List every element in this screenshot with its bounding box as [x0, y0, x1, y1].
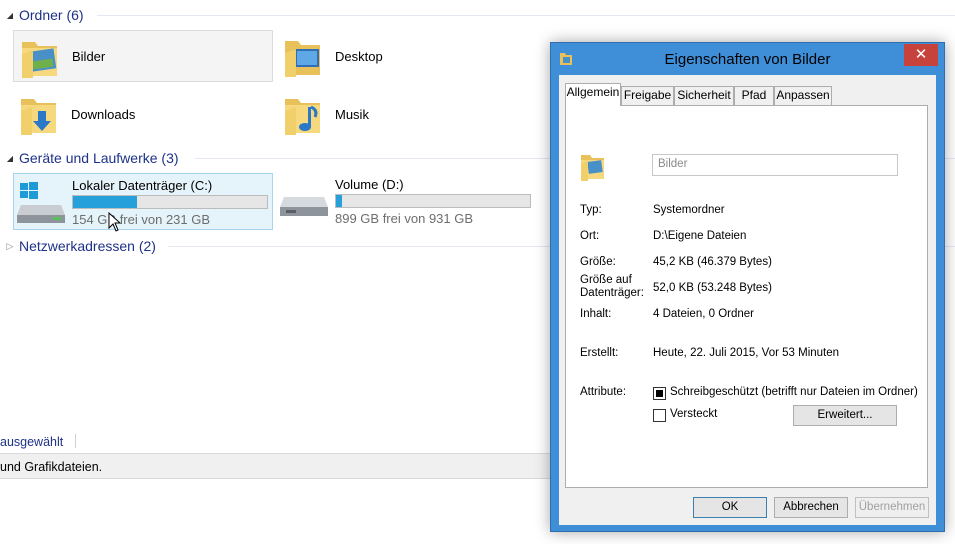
size-value: 45,2 KB (46.379 Bytes)	[653, 256, 772, 268]
folder-label: Bilder	[72, 48, 106, 64]
status-selection-text: ausgewählt	[0, 435, 64, 449]
mouse-cursor-icon	[108, 212, 122, 232]
drive-free-space: 899 GB frei von 931 GB	[335, 211, 474, 226]
size-on-disk-label: Größe auf Datenträger:	[580, 274, 644, 300]
type-label: Typ:	[580, 204, 602, 216]
tab-anpassen[interactable]: Anpassen	[774, 86, 832, 105]
hidden-checkbox[interactable]	[653, 409, 666, 422]
group-title-devices: Geräte und Laufwerke (3)	[19, 150, 179, 166]
system-drive-icon	[17, 182, 65, 223]
readonly-label: Schreibgeschützt (betrifft nur Dateien i…	[670, 386, 918, 398]
dialog-titlebar[interactable]: Eigenschaften von Bilder ✕	[551, 43, 944, 75]
separator	[580, 190, 897, 191]
folder-item-musik[interactable]: Musik	[277, 88, 537, 140]
drive-usage-fill	[336, 195, 342, 207]
status-separator	[75, 434, 76, 448]
dialog-body: Allgemein Freigabe Sicherheit Pfad Anpas…	[559, 75, 936, 525]
close-button[interactable]: ✕	[904, 44, 938, 66]
drive-name: Lokaler Datenträger (C:)	[72, 178, 213, 193]
drive-usage-fill	[73, 196, 138, 208]
pictures-folder-icon	[581, 155, 604, 181]
cancel-button[interactable]: Abbrechen	[774, 497, 848, 518]
group-header-folders[interactable]: ◢ Ordner (6)	[0, 4, 84, 26]
dialog-title: Eigenschaften von Bilder	[664, 51, 831, 68]
folder-name-field[interactable]: Bilder	[652, 154, 898, 176]
ok-button[interactable]: OK	[693, 497, 767, 518]
drive-name: Volume (D:)	[335, 177, 404, 192]
advanced-button[interactable]: Erweitert...	[793, 405, 897, 426]
folder-label: Downloads	[71, 106, 136, 122]
created-value: Heute, 22. Juli 2015, Vor 53 Minuten	[653, 347, 840, 359]
music-folder-icon	[285, 99, 320, 135]
hidden-label: Versteckt	[670, 408, 718, 420]
group-title-network: Netzwerkadressen (2)	[19, 238, 156, 254]
location-label: Ort:	[580, 230, 600, 242]
tab-sicherheit[interactable]: Sicherheit	[674, 86, 734, 105]
collapse-arrow-icon[interactable]: ◢	[3, 154, 17, 163]
apply-button[interactable]: Übernehmen	[855, 497, 929, 518]
tab-allgemein[interactable]: Allgemein	[565, 83, 621, 106]
expand-arrow-icon[interactable]: ▷	[3, 241, 17, 252]
folder-item-downloads[interactable]: Downloads	[13, 88, 273, 140]
location-value: D:\Eigene Dateien	[653, 230, 747, 242]
properties-dialog: Eigenschaften von Bilder ✕ Allgemein Fre…	[550, 42, 945, 532]
drive-usage-bar	[335, 194, 531, 208]
hard-drive-icon	[280, 197, 328, 216]
created-label: Erstellt:	[580, 347, 619, 359]
contents-label: Inhalt:	[580, 308, 612, 320]
folder-label: Musik	[335, 106, 369, 122]
folder-label: Desktop	[335, 48, 383, 64]
folder-item-bilder[interactable]: Bilder	[13, 30, 273, 82]
collapse-arrow-icon[interactable]: ◢	[3, 11, 17, 20]
drive-item-d[interactable]: Volume (D:) 899 GB frei von 931 GB	[277, 173, 537, 230]
tab-panel-allgemein: Bilder Typ: Systemordner Ort: D:\Eigene …	[565, 105, 928, 488]
details-text: und Grafikdateien.	[0, 460, 103, 474]
attributes-label: Attribute:	[580, 386, 627, 398]
downloads-folder-icon	[21, 99, 56, 135]
group-header-devices[interactable]: ◢ Geräte und Laufwerke (3)	[0, 147, 179, 169]
readonly-checkbox[interactable]	[653, 387, 666, 400]
folder-item-desktop[interactable]: Desktop	[277, 30, 537, 82]
size-on-disk-value: 52,0 KB (53.248 Bytes)	[653, 282, 772, 294]
drive-free-space: 154 GB frei von 231 GB	[72, 212, 211, 227]
drive-item-c[interactable]: Lokaler Datenträger (C:) 154 GB frei von…	[13, 173, 273, 230]
size-label: Größe:	[580, 256, 616, 268]
drive-usage-bar	[72, 195, 268, 209]
separator	[580, 371, 897, 372]
type-value: Systemordner	[653, 204, 725, 216]
details-bar: und Grafikdateien.	[0, 453, 560, 479]
separator	[580, 332, 897, 333]
group-divider	[97, 15, 955, 16]
tab-pfad[interactable]: Pfad	[734, 86, 774, 105]
group-header-network[interactable]: ▷ Netzwerkadressen (2)	[0, 235, 156, 257]
tab-freigabe[interactable]: Freigabe	[621, 86, 674, 105]
group-title-folders: Ordner (6)	[19, 7, 84, 23]
contents-value: 4 Dateien, 0 Ordner	[653, 308, 755, 320]
pictures-folder-icon	[22, 42, 57, 78]
desktop-folder-icon	[285, 41, 320, 77]
size-on-disk-label-line1: Größe auf	[580, 274, 632, 286]
size-on-disk-label-line2: Datenträger:	[580, 287, 644, 299]
